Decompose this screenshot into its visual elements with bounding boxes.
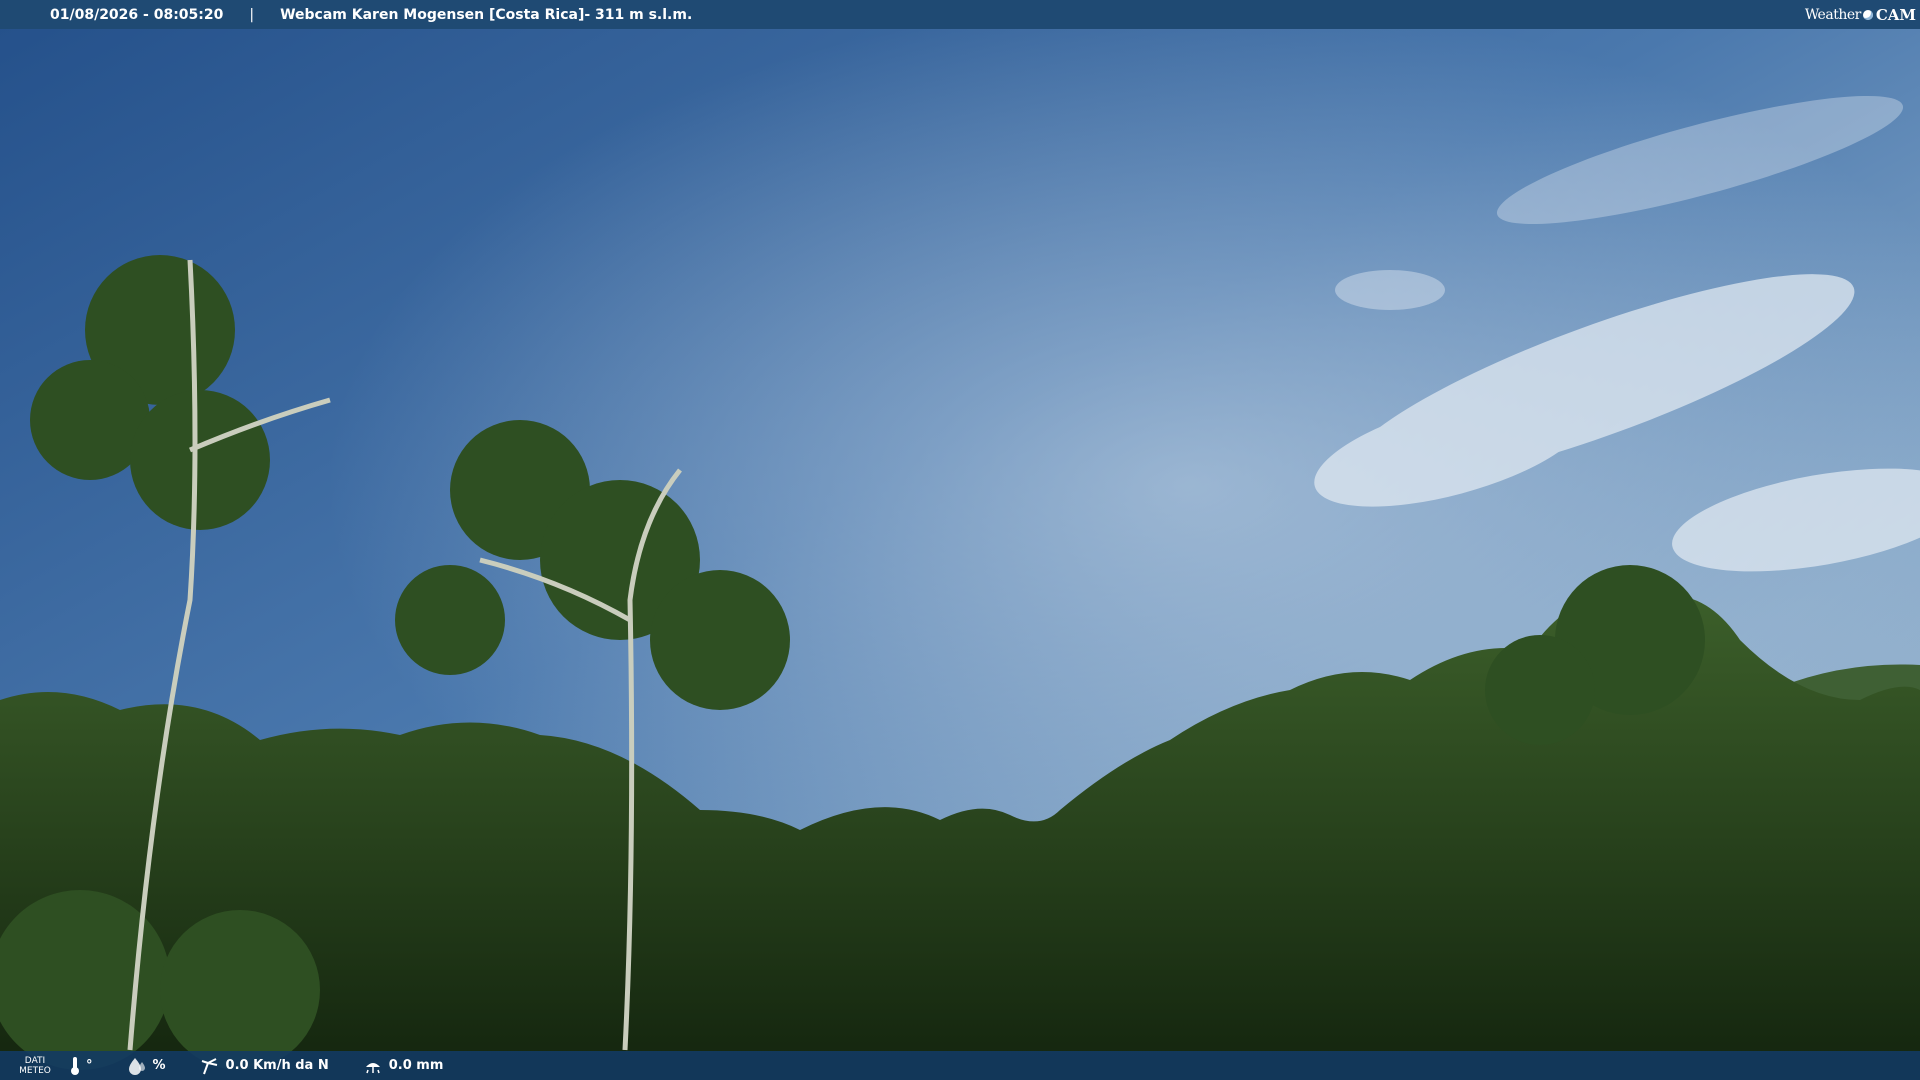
weather-sun-icon [1862, 9, 1873, 20]
webcam-viewer: 01/08/2026 - 08:05:20 | Webcam Karen Mog… [0, 0, 1920, 1080]
dati-meteo-label[interactable]: DATI METEO [0, 1056, 70, 1076]
weathercam-logo[interactable]: Weather CAM [1796, 0, 1920, 29]
humidity-icon [128, 1057, 145, 1075]
wind-value: 0.0 Km/h da N [225, 1058, 329, 1073]
info-header: 01/08/2026 - 08:05:20 | Webcam Karen Mog… [0, 0, 1920, 29]
temperature-value: ° [86, 1058, 93, 1073]
wind-icon [201, 1057, 217, 1074]
altitude: - 311 m s.l.m. [584, 6, 693, 23]
wind-reading: 0.0 Km/h da N [200, 1057, 329, 1075]
rain-reading: 0.0 mm [363, 1057, 444, 1075]
webcam-title: Webcam Karen Mogensen [Costa Rica] [280, 6, 585, 23]
datetime: 01/08/2026 - 08:05:20 [50, 6, 224, 23]
humidity-reading: % [127, 1057, 166, 1075]
humidity-value: % [152, 1058, 166, 1073]
webcam-image [0, 0, 1920, 1080]
temperature-reading: ° [70, 1056, 93, 1076]
rain-value: 0.0 mm [388, 1058, 444, 1073]
logo-cam-text: CAM [1875, 5, 1916, 24]
rain-gauge-icon [365, 1062, 380, 1073]
logo-weather-text: Weather [1804, 6, 1862, 23]
thermometer-icon [71, 1056, 79, 1075]
weather-data-bar: DATI METEO ° % 0.0 Km/h da N 0.0 mm [0, 1051, 1920, 1080]
header-separator: | [249, 6, 255, 23]
